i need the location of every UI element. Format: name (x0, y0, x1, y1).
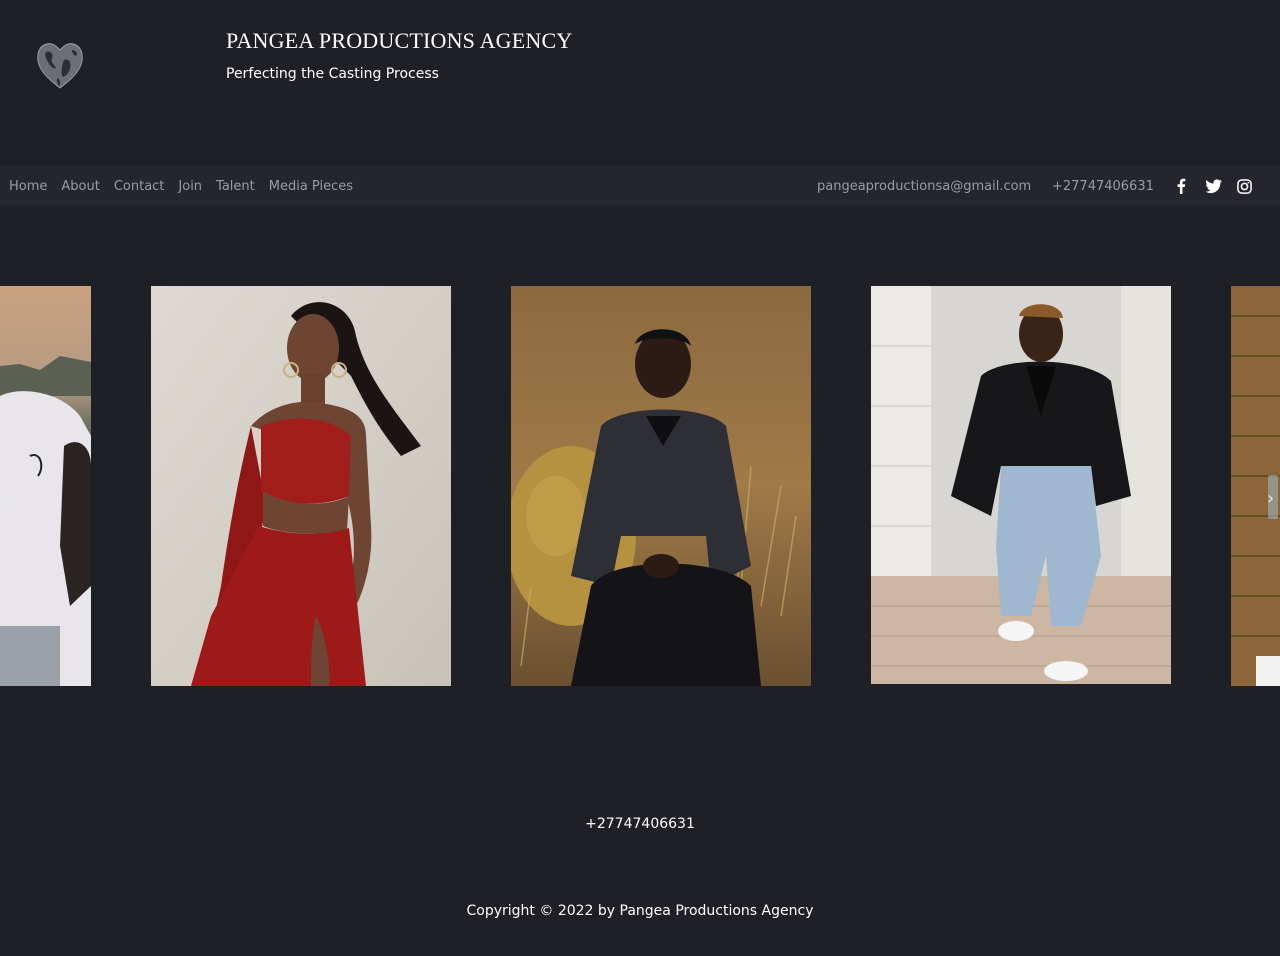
facebook-link[interactable] (1174, 166, 1188, 206)
navbar: Home About Contact Join Talent Media Pie… (0, 166, 1280, 206)
logo[interactable] (34, 38, 86, 92)
talent-photo-man-leather-jacket[interactable] (871, 286, 1171, 684)
nav-home[interactable]: Home (9, 179, 47, 194)
instagram-icon (1237, 178, 1252, 194)
heart-world-map-logo-icon (37, 43, 83, 89)
talent-photo-man-white-tshirt[interactable] (0, 286, 91, 686)
facebook-icon (1177, 178, 1186, 194)
talent-photo-man-denim-jacket[interactable] (511, 286, 811, 686)
footer-phone: +27747406631 (585, 816, 695, 832)
nav-phone-link[interactable]: +27747406631 (1052, 166, 1154, 206)
talent-photo-woman-red-outfit[interactable] (151, 286, 451, 686)
nav-about[interactable]: About (61, 179, 99, 194)
nav-media-pieces[interactable]: Media Pieces (269, 179, 353, 194)
instagram-link[interactable] (1237, 166, 1252, 206)
nav-talent[interactable]: Talent (216, 179, 255, 194)
carousel-prev-button[interactable]: ‹ (2, 488, 9, 509)
chevron-right-icon: › (1267, 488, 1275, 509)
nav-contact[interactable]: Contact (114, 179, 165, 194)
site-title: PANGEA PRODUCTIONS AGENCY (226, 28, 573, 53)
footer-copyright: Copyright © 2022 by Pangea Productions A… (466, 903, 814, 919)
nav-email-link[interactable]: pangeaproductionsa@gmail.com (817, 166, 1031, 206)
talent-carousel (0, 286, 1280, 686)
site-tagline: Perfecting the Casting Process (226, 66, 439, 82)
twitter-link[interactable] (1205, 166, 1222, 206)
twitter-icon (1205, 178, 1222, 193)
nav-links: Home About Contact Join Talent Media Pie… (9, 166, 353, 206)
nav-join[interactable]: Join (178, 179, 202, 194)
